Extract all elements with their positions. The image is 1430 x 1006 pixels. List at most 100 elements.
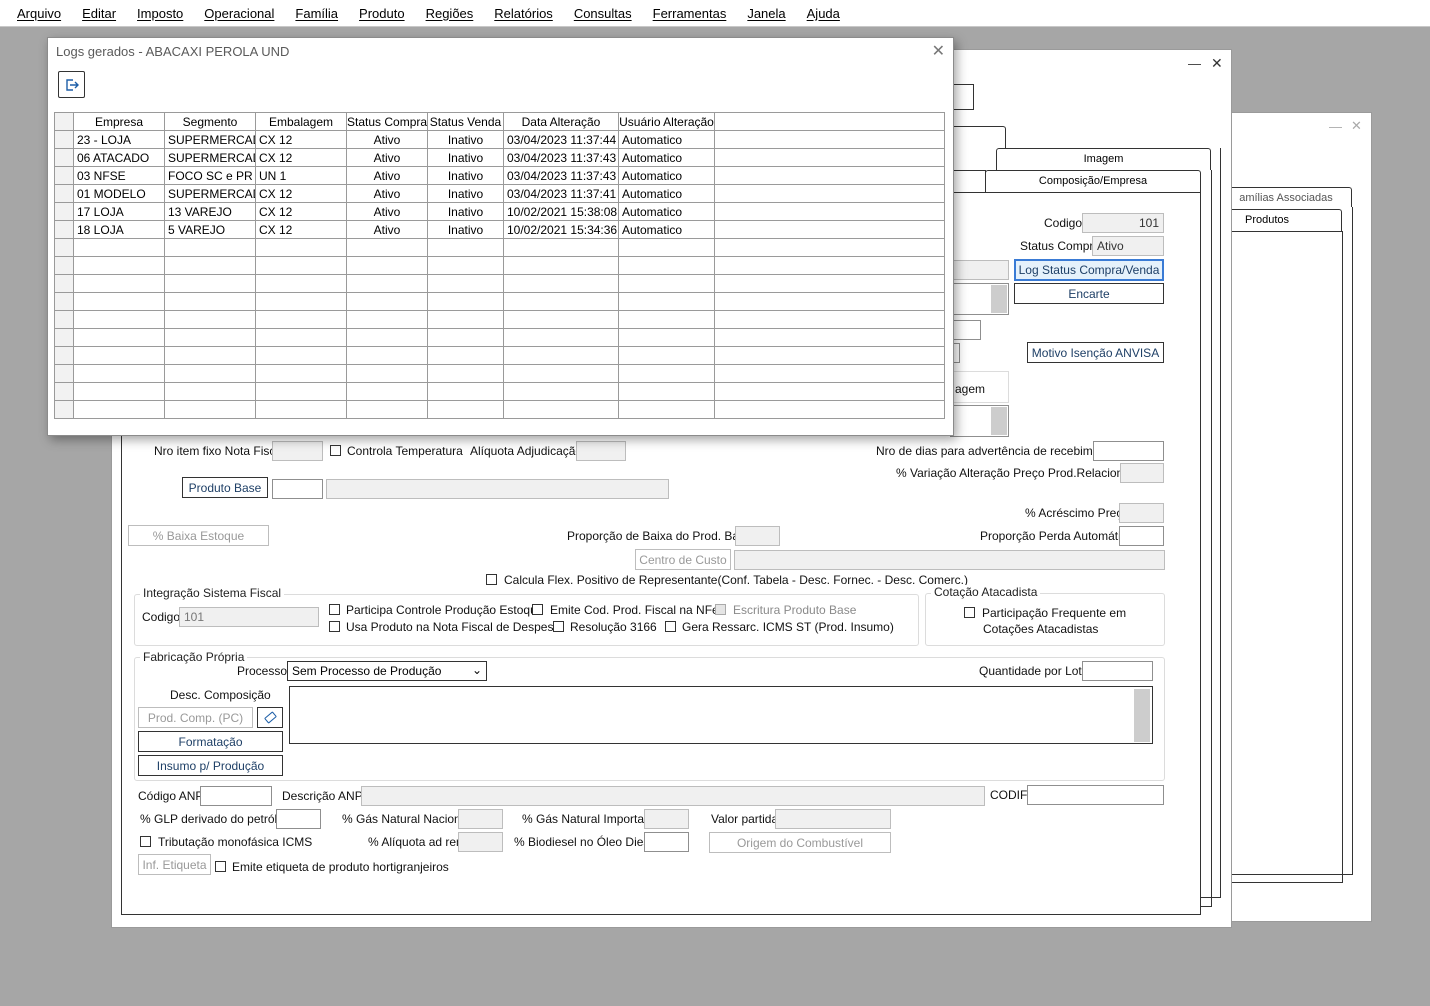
calcula-flex-checkbox[interactable] (486, 574, 497, 585)
desc-composicao-textarea[interactable] (289, 686, 1153, 744)
scrollbar[interactable] (991, 407, 1007, 435)
usa-produto-checkbox[interactable] (329, 621, 340, 632)
table-cell (54, 328, 74, 347)
row-indicator[interactable] (54, 130, 74, 149)
acrescimo-preco-field[interactable] (1119, 503, 1164, 523)
motivo-isencao-anvisa-button[interactable]: Motivo Isenção ANVISA (1027, 342, 1164, 363)
table-cell: 03/04/2023 11:37:43 (503, 148, 619, 167)
glp-field[interactable] (276, 809, 321, 829)
table-cell: CX 12 (255, 220, 347, 239)
table-cell: Ativo (346, 148, 428, 167)
inf-etiqueta-button[interactable]: Inf. Etiqueta (138, 854, 211, 875)
menu-item[interactable]: Operacional (204, 6, 274, 21)
table-row[interactable]: 06 ATACADO SUPERMERCAD CX 12 Ativo Inativo 03… (54, 148, 945, 167)
integracao-codigo-field[interactable]: 101 (179, 607, 319, 627)
insumo-producao-button[interactable]: Insumo p/ Produção (138, 755, 283, 776)
close-icon[interactable]: ✕ (932, 41, 945, 61)
nro-item-fixo-field[interactable] (272, 441, 323, 461)
minimize-icon[interactable]: — (1188, 56, 1201, 71)
column-header[interactable]: Embalagem (255, 112, 347, 131)
exit-button[interactable] (58, 71, 85, 98)
aliquota-adjudicacao-field[interactable] (576, 441, 626, 461)
table-row[interactable]: 17 LOJA 13 VAREJO CX 12 Ativo Inativo 10/02/2… (54, 202, 945, 221)
column-header[interactable]: Segmento (164, 112, 256, 131)
proporcao-perda-field[interactable] (1119, 526, 1164, 546)
menu-item[interactable]: Regiões (426, 6, 474, 21)
partial-field-2[interactable] (950, 320, 981, 340)
menu-item[interactable]: Arquivo (17, 6, 61, 21)
menu-item[interactable]: Ferramentas (653, 6, 727, 21)
table-cell: UN 1 (255, 166, 347, 185)
menu-item[interactable]: Família (295, 6, 338, 21)
column-header[interactable]: Usuário Alteração (618, 112, 715, 131)
table-cell: 10/02/2021 15:38:08 (503, 202, 619, 221)
row-indicator[interactable] (54, 220, 74, 239)
emite-cod-checkbox[interactable] (532, 604, 543, 615)
nro-dias-advertencia-field[interactable] (1093, 441, 1164, 461)
scrollbar[interactable] (1134, 689, 1150, 742)
valor-partida-field[interactable] (775, 809, 891, 829)
close-icon[interactable]: ✕ (1351, 118, 1362, 134)
row-indicator[interactable] (54, 202, 74, 221)
aliquota-adrem-field[interactable] (458, 832, 503, 852)
participacao-frequente-checkbox[interactable] (964, 607, 975, 618)
menu-item[interactable]: Consultas (574, 6, 632, 21)
codigo-anp-field[interactable] (200, 786, 272, 806)
log-status-compra-venda-button[interactable]: Log Status Compra/Venda (1014, 259, 1164, 281)
menu-item[interactable]: Imposto (137, 6, 183, 21)
column-header[interactable]: Status Venda (427, 112, 504, 131)
column-header[interactable]: Status Compra (346, 112, 428, 131)
menu-item[interactable]: Janela (747, 6, 785, 21)
biodiesel-field[interactable] (644, 832, 689, 852)
gas-nacional-field[interactable] (458, 809, 503, 829)
formatacao-button[interactable]: Formatação (138, 731, 283, 752)
prod-comp-button[interactable]: Prod. Comp. (PC) (138, 707, 253, 728)
codigo-field[interactable]: 101 (1082, 213, 1164, 233)
status-compra-field[interactable]: Ativo (1092, 236, 1164, 256)
descricao-anp-field[interactable] (361, 786, 985, 806)
emite-etiqueta-checkbox[interactable] (215, 861, 226, 872)
produto-base-code-field[interactable] (272, 479, 323, 499)
gas-importado-field[interactable] (644, 809, 689, 829)
column-header[interactable]: Empresa (73, 112, 165, 131)
participa-controle-checkbox[interactable] (329, 604, 340, 615)
scrollbar[interactable] (991, 285, 1007, 313)
tab-familias-associadas[interactable]: amílias Associadas (1220, 187, 1352, 207)
menu-item[interactable]: Relatórios (494, 6, 553, 21)
proporcao-baixa-field[interactable] (735, 526, 780, 546)
gera-ressarc-checkbox[interactable] (665, 621, 676, 632)
controla-temperatura-checkbox[interactable] (330, 445, 341, 456)
eraser-button[interactable] (257, 707, 283, 728)
row-indicator[interactable] (54, 148, 74, 167)
minimize-icon[interactable]: — (1329, 119, 1342, 134)
table-row[interactable]: 18 LOJA 5 VAREJO CX 12 Ativo Inativo 10/02/20… (54, 220, 945, 239)
centro-custo-field[interactable] (734, 550, 1165, 570)
codif-field[interactable] (1027, 785, 1164, 805)
resolucao-checkbox[interactable] (553, 621, 564, 632)
menu-item[interactable]: Ajuda (807, 6, 840, 21)
partial-field-1[interactable] (950, 260, 1009, 280)
baixa-estoque-button[interactable]: % Baixa Estoque (128, 525, 269, 546)
encarte-button[interactable]: Encarte (1014, 283, 1164, 304)
codigo-anp-label: Código ANP (138, 789, 204, 803)
tab-imagem[interactable]: Imagem (996, 148, 1211, 170)
table-row[interactable]: 23 - LOJA SUPERMERCAD CX 12 Ativo Inativo 03/… (54, 130, 945, 149)
produto-base-desc-field[interactable] (326, 479, 669, 499)
row-indicator[interactable] (54, 184, 74, 203)
escritura-produto-base-checkbox[interactable] (715, 604, 726, 615)
tab-composicao-empresa[interactable]: Composição/Empresa (985, 170, 1201, 192)
processo-select[interactable]: Sem Processo de Produção ⌄ (287, 661, 487, 681)
table-row[interactable]: 01 MODELO SUPERMERCAD CX 12 Ativo Inativo 03/… (54, 184, 945, 203)
table-row[interactable]: 03 NFSE FOCO SC e PR UN 1 Ativo Inativo 03/04… (54, 166, 945, 185)
quantidade-lote-field[interactable] (1082, 661, 1153, 681)
tributacao-monofasica-checkbox[interactable] (140, 836, 151, 847)
row-indicator[interactable] (54, 166, 74, 185)
menu-item[interactable]: Editar (82, 6, 116, 21)
centro-custo-button[interactable]: Centro de Custo (635, 549, 731, 570)
close-icon[interactable]: ✕ (1211, 55, 1223, 72)
produto-base-button[interactable]: Produto Base (182, 477, 268, 498)
origem-combustivel-button[interactable]: Origem do Combustível (709, 832, 891, 853)
menu-item[interactable]: Produto (359, 6, 405, 21)
variacao-preco-field[interactable] (1120, 463, 1164, 483)
column-header[interactable]: Data Alteração (503, 112, 619, 131)
